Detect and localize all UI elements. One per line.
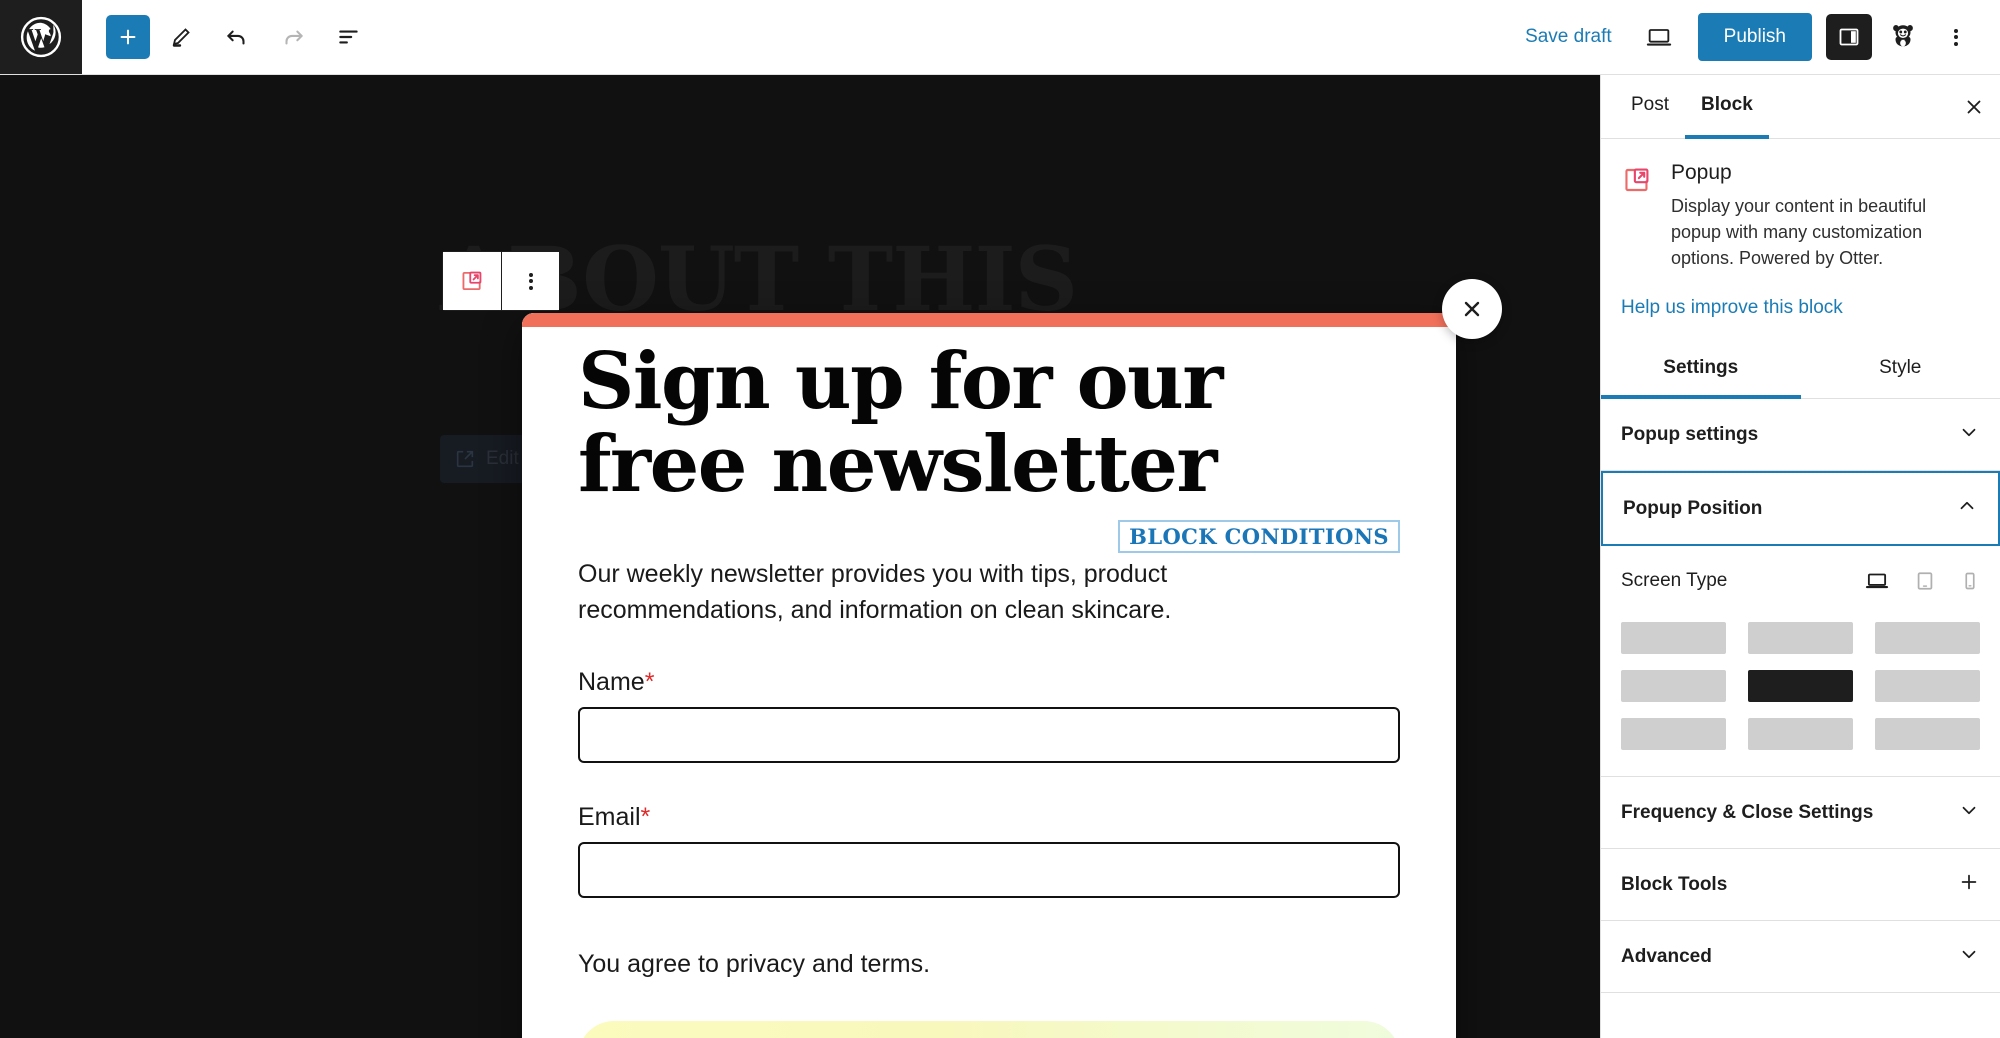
editor-top-bar: Save draft Publish	[0, 0, 2000, 75]
chevron-down-icon	[1958, 943, 1980, 970]
popup-close-button[interactable]	[1442, 279, 1502, 339]
panel-popup-position[interactable]: Popup Position	[1601, 471, 2000, 547]
block-toolbar	[442, 251, 560, 311]
name-field-label: Name*	[578, 668, 1400, 697]
email-required-marker: *	[640, 803, 651, 832]
popup-block-icon[interactable]	[443, 252, 501, 310]
popup-position-panel-content: Screen Type	[1601, 546, 2000, 778]
edit-tool-button[interactable]	[156, 12, 206, 62]
chevron-down-icon	[1958, 421, 1980, 448]
tab-post[interactable]: Post	[1615, 75, 1685, 139]
agreement-text: You agree to privacy and terms.	[578, 950, 931, 979]
position-cell-middle-right[interactable]	[1875, 670, 1980, 703]
popup-heading[interactable]: Sign up for our free newsletter	[578, 340, 1400, 506]
position-cell-bottom-left[interactable]	[1621, 718, 1726, 751]
background-chip-label: Edit	[486, 448, 519, 469]
panel-advanced[interactable]: Advanced	[1601, 921, 2000, 994]
block-info-card: Popup Display your content in beautiful …	[1601, 139, 2000, 271]
tablet-icon[interactable]	[1914, 570, 1936, 592]
sidebar-tabs: Post Block	[1601, 75, 2000, 139]
position-cell-middle-left[interactable]	[1621, 670, 1726, 703]
popup-accent-bar	[522, 313, 1456, 327]
position-cell-bottom-center[interactable]	[1748, 718, 1853, 751]
desktop-icon[interactable]	[1864, 568, 1890, 594]
panel-popup-settings-title: Popup settings	[1621, 423, 1759, 445]
chevron-down-icon	[1958, 799, 1980, 826]
chevron-up-icon	[1956, 495, 1978, 522]
kebab-menu-icon[interactable]	[1934, 14, 1978, 60]
help-link-row: Help us improve this block	[1601, 271, 2000, 341]
position-cell-bottom-right[interactable]	[1875, 718, 1980, 751]
otter-mascot-icon[interactable]	[1880, 14, 1926, 60]
email-input[interactable]	[578, 842, 1400, 899]
position-cell-middle-center[interactable]	[1748, 670, 1853, 703]
block-conditions-badge[interactable]: BLOCK CONDITIONS	[1118, 520, 1400, 554]
subtab-style[interactable]: Style	[1801, 341, 2000, 399]
tab-block[interactable]: Block	[1685, 75, 1769, 139]
panel-frequency-close-settings[interactable]: Frequency & Close Settings	[1601, 777, 2000, 850]
sidebar-subtabs: Settings Style	[1601, 341, 2000, 400]
list-view-button[interactable]	[324, 12, 374, 62]
position-cell-top-right[interactable]	[1875, 622, 1980, 655]
block-settings-sidebar: Post Block Popup Display your content in…	[1600, 75, 2000, 1038]
subscribe-button-wrapper: SUBSCRIBE TODAY	[578, 1021, 1400, 1038]
panel-block-tools[interactable]: Block Tools	[1601, 849, 2000, 922]
popup-content: Sign up for our free newsletter BLOCK CO…	[522, 327, 1456, 1038]
position-cell-top-left[interactable]	[1621, 622, 1726, 655]
desktop-preview-icon[interactable]	[1634, 12, 1684, 62]
position-cell-top-center[interactable]	[1748, 622, 1853, 655]
editor-body: ABOUT THIS Edit Sign up for our free new…	[0, 75, 2000, 1038]
close-sidebar-icon[interactable]	[1948, 75, 2000, 138]
block-title: Popup	[1671, 161, 1732, 184]
name-label-text: Name	[578, 668, 645, 697]
subscribe-button[interactable]: SUBSCRIBE TODAY	[578, 1021, 1400, 1038]
popup-block-icon	[1621, 161, 1655, 271]
help-improve-block-link[interactable]: Help us improve this block	[1621, 297, 1843, 318]
subtab-settings[interactable]: Settings	[1601, 341, 1801, 400]
add-block-button[interactable]	[106, 15, 150, 59]
popup-description[interactable]: Our weekly newsletter provides you with …	[578, 557, 1178, 628]
name-required-marker: *	[644, 668, 655, 697]
plus-icon	[1958, 871, 1980, 898]
popup-card-inner: Sign up for our free newsletter BLOCK CO…	[522, 313, 1456, 1038]
panel-popup-position-title: Popup Position	[1623, 497, 1763, 519]
screen-type-options	[1864, 568, 1980, 594]
settings-sidebar-icon[interactable]	[1826, 14, 1872, 60]
popup-block[interactable]: Sign up for our free newsletter BLOCK CO…	[442, 251, 1502, 1038]
top-bar-spacer	[374, 0, 1511, 74]
wordpress-logo-icon[interactable]	[0, 0, 82, 74]
wordpress-block-editor: Save draft Publish ABOUT THIS Edit Sign …	[0, 0, 2000, 1038]
editor-canvas[interactable]: ABOUT THIS Edit Sign up for our free new…	[0, 75, 1600, 1038]
redo-button[interactable]	[268, 12, 318, 62]
mobile-icon[interactable]	[1960, 570, 1980, 592]
block-options-kebab-icon[interactable]	[501, 252, 559, 310]
block-conditions-row: BLOCK CONDITIONS	[578, 520, 1400, 554]
block-description: Display your content in beautiful popup …	[1671, 196, 1927, 269]
top-bar-actions: Save draft Publish	[1511, 0, 2000, 74]
panel-popup-settings[interactable]: Popup settings	[1601, 399, 2000, 472]
screen-type-row: Screen Type	[1621, 568, 1980, 594]
screen-type-label: Screen Type	[1621, 570, 1728, 592]
popup-position-grid	[1621, 622, 1980, 751]
save-draft-button[interactable]: Save draft	[1511, 18, 1626, 56]
panel-advanced-title: Advanced	[1621, 945, 1712, 967]
email-label-text: Email	[578, 803, 641, 832]
sidebar-tabs-spacer	[1769, 75, 1948, 138]
email-field-label: Email*	[578, 803, 1400, 832]
undo-button[interactable]	[212, 12, 262, 62]
top-bar-tools	[82, 0, 374, 74]
block-info-text: Popup Display your content in beautiful …	[1671, 161, 1978, 271]
panel-frequency-title: Frequency & Close Settings	[1621, 801, 1874, 823]
publish-button[interactable]: Publish	[1697, 13, 1812, 61]
name-input[interactable]	[578, 707, 1400, 764]
panel-block-tools-title: Block Tools	[1621, 873, 1728, 895]
